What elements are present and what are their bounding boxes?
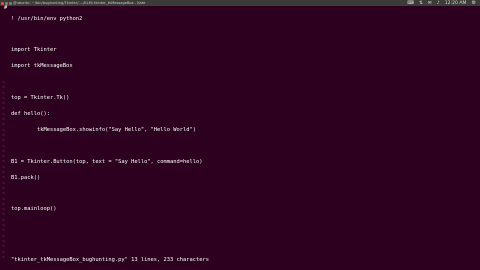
network-icon[interactable]: ⇅ <box>419 1 423 6</box>
code-line-4[interactable]: import tkMessageBox <box>11 63 202 69</box>
keyboard-icon[interactable]: ⌨ <box>407 1 414 6</box>
status-line: "tkinter_tkMessageBox_bughunting.py" 13 … <box>11 257 209 263</box>
window-title: @ubuntu: ~/bin/bughunting/Tkinter/..../K… <box>13 1 146 5</box>
editor-area[interactable]: # ! /usr/bin/env python2 import Tkinter … <box>0 5 480 270</box>
code-line-11[interactable]: B1.pack() <box>11 175 202 181</box>
empty-line-tilde: ~ <box>2 254 6 261</box>
shebang-hash: # <box>4 5 8 11</box>
code-line-6[interactable]: top = Tkinter.Tk() <box>11 95 202 101</box>
clock[interactable]: 12:20 AM <box>445 1 467 6</box>
code-line-5[interactable] <box>11 80 202 85</box>
code-line-2[interactable] <box>11 32 202 37</box>
code-line-12[interactable] <box>11 191 202 196</box>
code-lines[interactable]: ! /usr/bin/env python2 import Tkinter im… <box>11 6 202 223</box>
code-line-10[interactable]: B1 = Tkinter.Button(top, text = "Say Hel… <box>11 159 202 165</box>
code-line-3[interactable]: import Tkinter <box>11 48 202 54</box>
code-line-7[interactable]: def hello(): <box>11 111 202 117</box>
code-line-1[interactable]: ! /usr/bin/env python2 <box>11 16 202 22</box>
code-line-8[interactable]: tkMessageBox.showinfo("Say Hello", "Hell… <box>11 127 202 133</box>
volume-icon[interactable]: ♪ <box>437 1 440 6</box>
mail-icon[interactable]: ✉ <box>428 1 432 6</box>
code-line-9[interactable] <box>11 144 202 149</box>
code-line-13[interactable]: top.mainloop() <box>11 206 202 212</box>
